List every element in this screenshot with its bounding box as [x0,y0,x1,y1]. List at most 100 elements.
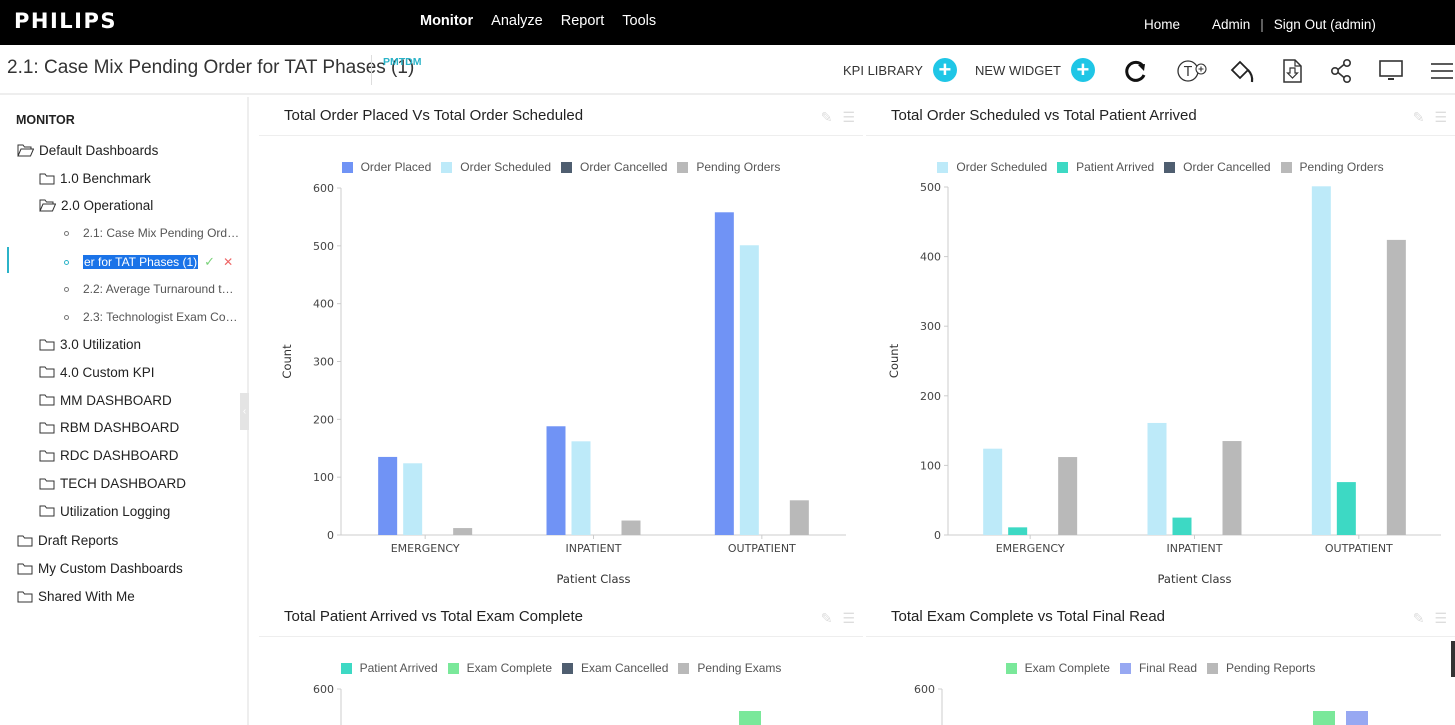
sidebar-collapse-handle[interactable]: ‹ [240,393,249,430]
folder-label: RDC DASHBOARD [60,448,179,464]
folder-benchmark[interactable]: 1.0 Benchmark [39,171,151,186]
plus-icon[interactable]: + [1070,58,1095,82]
share-icon[interactable] [1329,58,1355,84]
bar-order-placed [714,212,734,535]
folder-label: 1.0 Benchmark [60,171,151,186]
nav-report[interactable]: Report [561,13,605,29]
monitor-display-icon[interactable] [1378,58,1404,84]
folder-item[interactable]: RBM DASHBOARD [39,420,179,435]
y-tick-label: 100 [313,471,334,484]
widget-exam-complete-vs-final-read: Total Exam Complete vs Total Final Read … [866,600,1455,725]
add-text-icon[interactable]: T [1176,58,1210,84]
folder-icon [39,478,55,489]
x-tick-label: EMERGENCY [996,542,1065,555]
dashboard-item-label: 2.1: Case Mix Pending Ord… [83,226,240,240]
y-tick-label: 0 [934,529,941,542]
bar-order-scheduled [403,463,423,535]
bar-order-scheduled [739,245,759,535]
dashboard-item-label: 2.3: Technologist Exam Co… [83,310,238,324]
folder-label: Draft Reports [38,533,119,548]
bar-order-placed [378,456,398,535]
y-tick-label: 600 [313,683,334,696]
folder-icon [17,591,33,602]
bar-chart: 0 100 200 300 400 500 600 EMERGENCY INPATIENT OUT… [280,182,846,586]
y-axis-title: Count [280,344,294,379]
y-tick-label: 300 [920,320,941,333]
export-file-icon[interactable] [1279,58,1305,84]
x-tick-label: OUTPATIENT [1325,542,1393,555]
cancel-x-icon[interactable]: ✕ [223,255,233,269]
folder-operational[interactable]: 2.0 Operational [39,198,153,213]
dashboard-item-2-3[interactable]: 2.3: Technologist Exam Co… [64,310,238,324]
philips-logo[interactable]: PHILIPS [14,9,117,33]
bar-order-placed [546,426,566,535]
folder-item[interactable]: RDC DASHBOARD [39,448,179,463]
bar-patient-arrived [1172,517,1192,535]
nav-analyze[interactable]: Analyze [491,13,543,29]
bar-exam-complete [739,711,761,725]
root-folder-item[interactable]: Draft Reports [17,533,118,548]
admin-link[interactable]: Admin [1212,17,1250,32]
bar-pending-orders [1222,441,1242,535]
plus-icon[interactable]: + [932,58,957,82]
folder-icon [17,535,33,546]
scrollbar-thumb[interactable] [1451,641,1455,677]
dashboard-item-2-2[interactable]: 2.2: Average Turnaround t… [64,282,234,296]
y-tick-label: 100 [920,459,941,472]
rename-dashboard-row[interactable]: er for TAT Phases (1) ✓ ✕ [64,254,233,270]
home-link[interactable]: Home [1144,17,1180,32]
title-divider [371,55,372,85]
confirm-check-icon[interactable]: ✓ [204,254,215,270]
folder-label: 4.0 Custom KPI [60,364,155,380]
bar-pending-orders [453,528,473,535]
nav-tools[interactable]: Tools [622,13,656,29]
folder-label: Default Dashboards [39,143,159,158]
folder-item[interactable]: TECH DASHBOARD [39,476,186,491]
kpi-library-button[interactable]: KPI LIBRARY + [843,56,957,84]
rename-input[interactable]: er for TAT Phases (1) [83,255,199,269]
folder-open-icon [17,144,34,157]
y-tick-label: 200 [920,390,941,403]
folder-icon [39,505,55,517]
paint-bucket-icon[interactable] [1229,58,1255,84]
bar-pending-orders [1386,239,1406,535]
sidebar: MONITOR Default Dashboards 1.0 Benchmark… [0,97,249,725]
dashboard-item-2-1[interactable]: 2.1: Case Mix Pending Ord… [64,226,239,240]
folder-icon [39,450,55,462]
sidebar-heading: MONITOR [16,113,75,127]
bar-pending-orders [621,520,641,535]
folder-item[interactable]: 3.0 Utilization [39,337,141,352]
widget-patient-arrived-vs-exam-complete: Total Patient Arrived vs Total Exam Comp… [259,600,863,725]
folder-label: My Custom Dashboards [38,561,183,576]
folder-icon [39,173,55,184]
folder-icon [39,422,55,434]
widget-order-placed-vs-scheduled: Total Order Placed Vs Total Order Schedu… [259,99,863,597]
bar-chart: 600 [914,683,1368,725]
folder-label: Utilization Logging [60,503,171,519]
widget-order-scheduled-vs-patient-arrived: Total Order Scheduled vs Total Patient A… [866,99,1455,597]
bar-order-scheduled [1311,186,1331,535]
folder-item[interactable]: MM DASHBOARD [39,393,172,408]
svg-text:T: T [1183,65,1192,80]
bullet-icon [64,230,69,236]
root-folder-item[interactable]: Shared With Me [17,589,135,604]
y-tick-label: 400 [920,251,941,264]
new-widget-button[interactable]: NEW WIDGET + [975,56,1095,84]
main-nav: Monitor Analyze Report Tools [420,13,656,29]
folder-item[interactable]: 4.0 Custom KPI [39,365,155,380]
bar-chart: 0 100 200 300 400 500 EMERGENCY INPATIENT OUTPAT… [887,181,1441,586]
x-tick-label: OUTPATIENT [728,542,796,555]
hamburger-menu-icon[interactable] [1429,58,1455,84]
folder-default-dashboards[interactable]: Default Dashboards [17,143,158,158]
sign-out-link[interactable]: Sign Out (admin) [1274,17,1376,32]
root-folder-item[interactable]: My Custom Dashboards [17,561,183,576]
folder-icon [17,563,33,574]
nav-monitor[interactable]: Monitor [420,13,473,29]
x-axis-title: Patient Class [1158,572,1232,586]
refresh-icon[interactable] [1123,58,1149,84]
folder-item[interactable]: Utilization Logging [39,504,170,519]
folder-icon [39,394,55,406]
bullet-icon [64,259,69,265]
user-nav: Home Admin | Sign Out (admin) [1144,17,1376,32]
nav-separator: | [1260,17,1264,32]
